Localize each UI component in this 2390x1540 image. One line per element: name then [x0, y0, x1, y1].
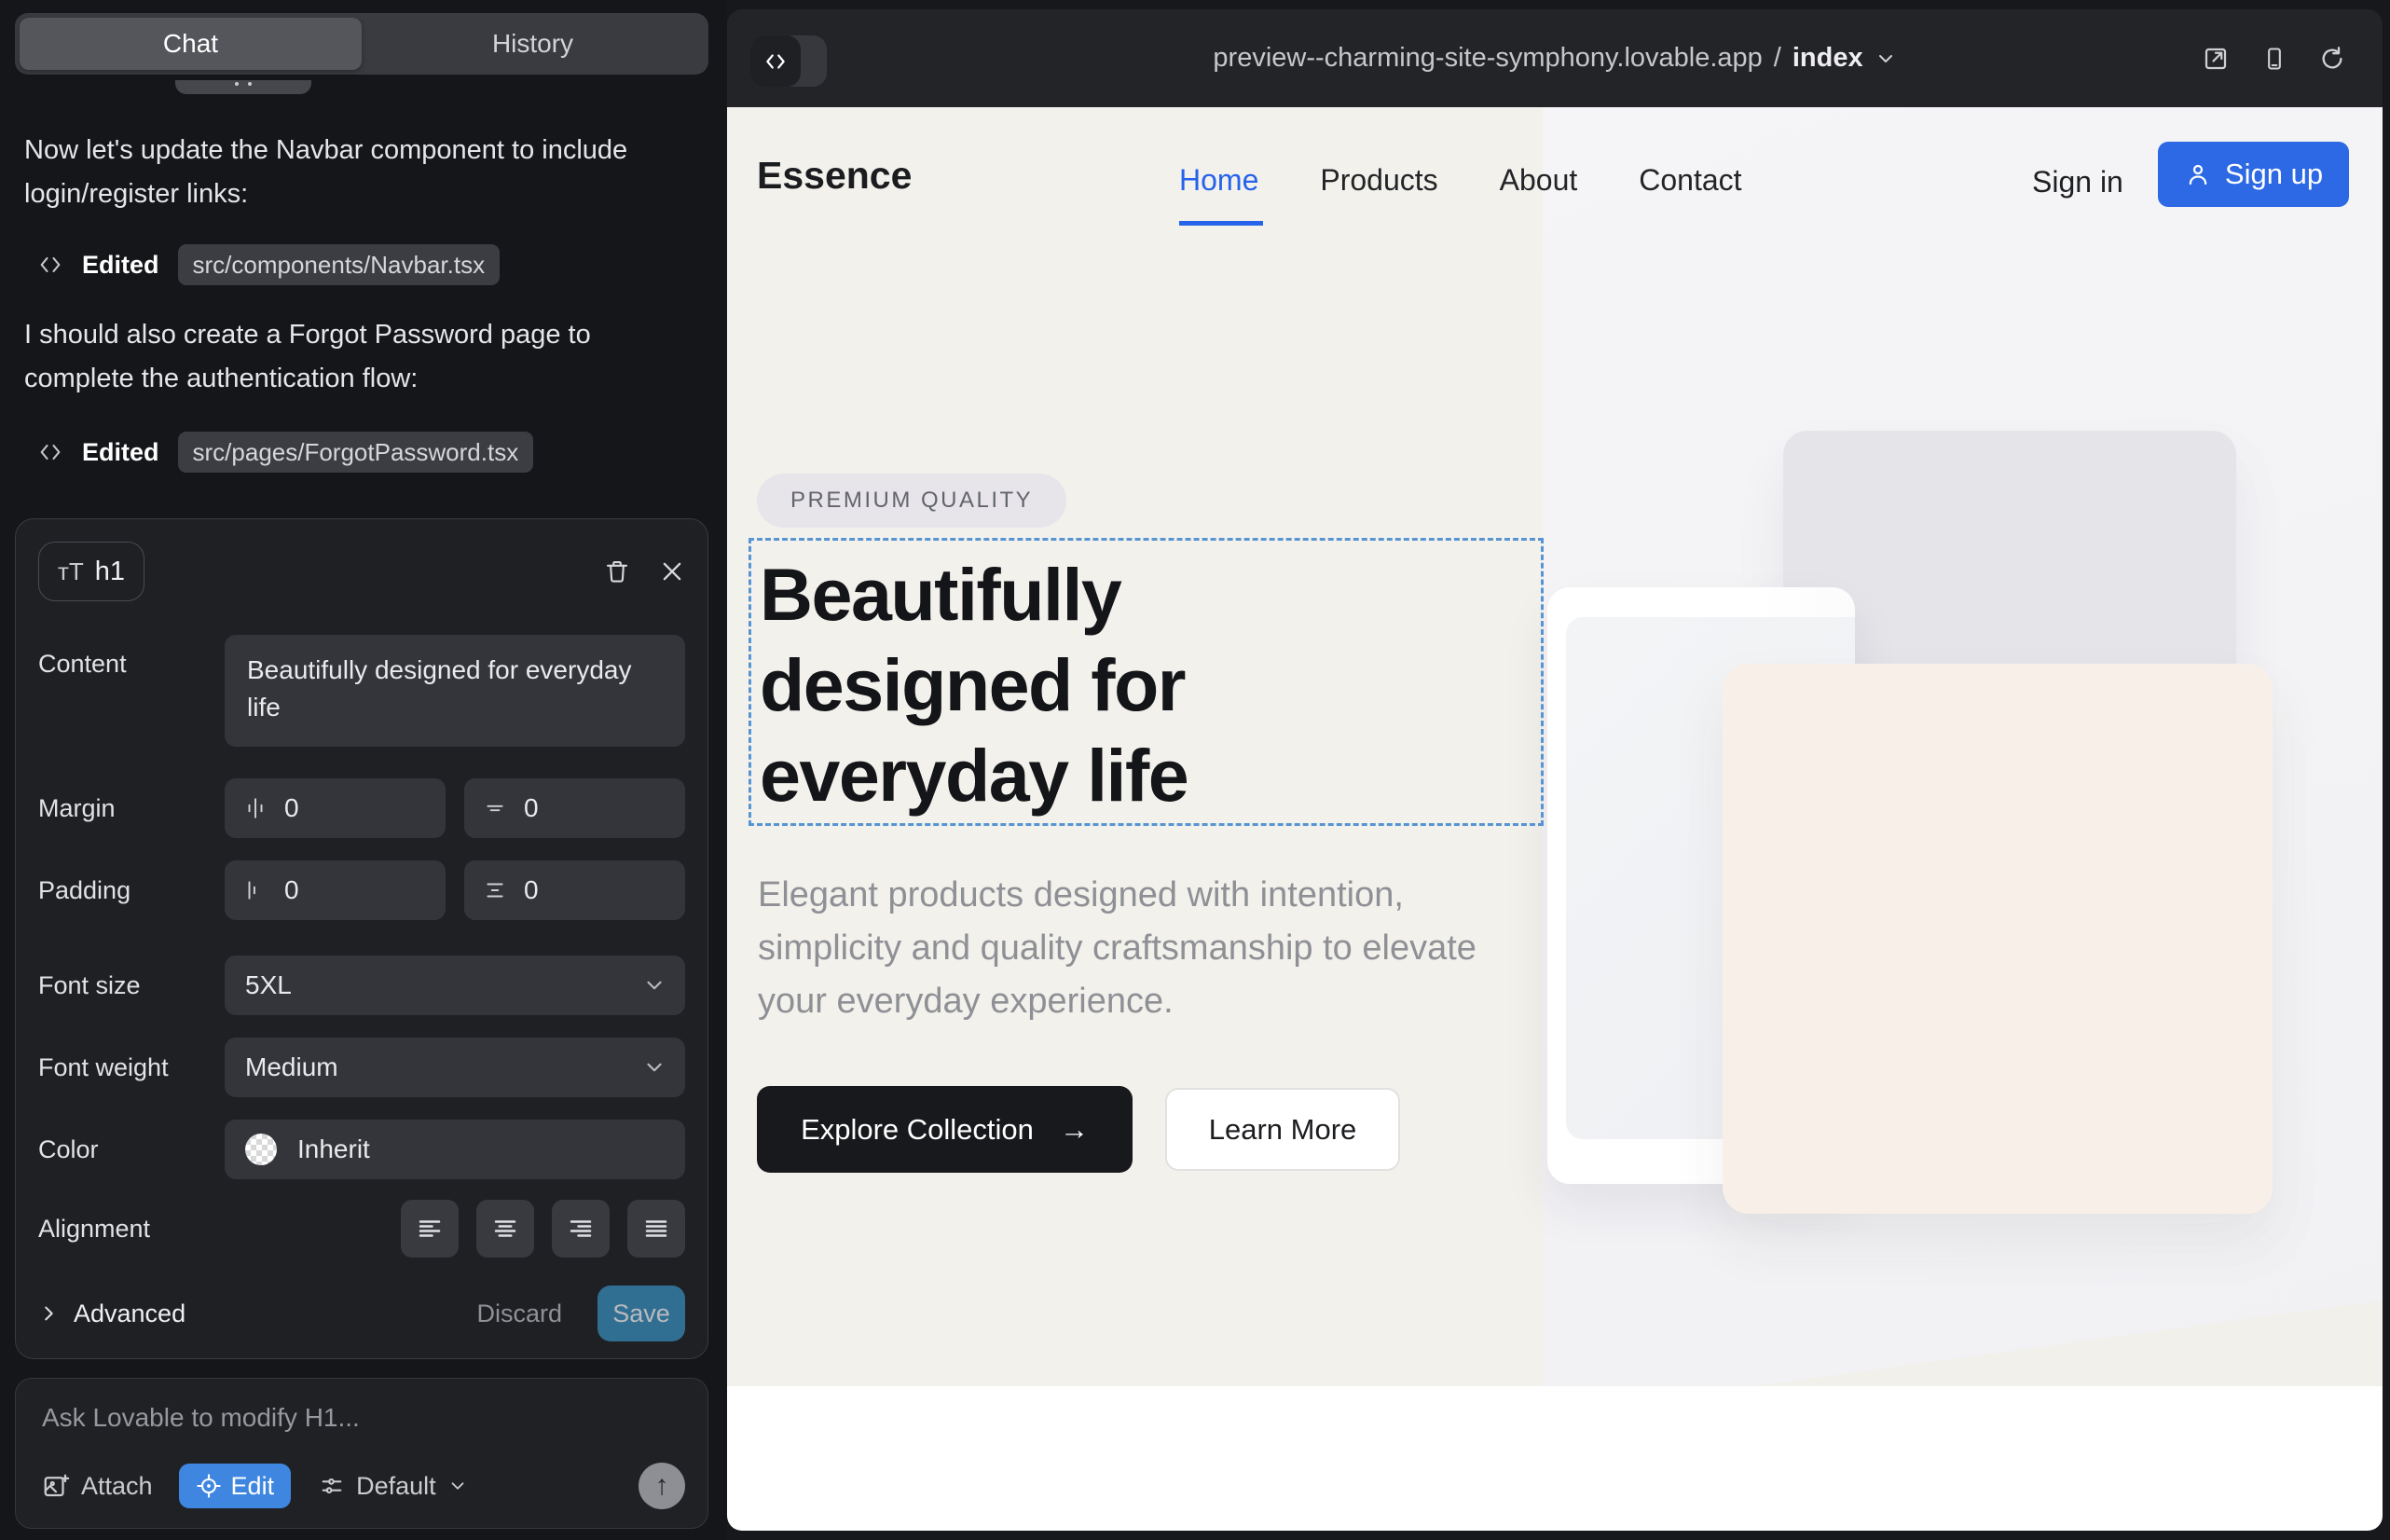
sign-up-button[interactable]: Sign up	[2158, 142, 2349, 207]
arrow-right-icon: →	[1060, 1113, 1089, 1147]
attach-image-icon	[42, 1472, 70, 1500]
element-tag-label: h1	[95, 557, 125, 587]
chevron-down-icon	[447, 1476, 468, 1496]
chevron-down-icon	[642, 1055, 666, 1079]
lovable-chat-panel: Chat History Now let's update the Navbar…	[0, 0, 727, 1540]
delete-element-icon[interactable]	[603, 557, 631, 585]
nav-link-products[interactable]: Products	[1320, 163, 1437, 198]
site-navbar: Essence Home Products About Contact Sign…	[727, 107, 2383, 261]
mobile-view-icon[interactable]	[2261, 46, 2287, 72]
align-justify-button[interactable]	[627, 1200, 685, 1258]
font-weight-select[interactable]: Medium	[225, 1038, 685, 1097]
explore-collection-button[interactable]: Explore Collection →	[757, 1086, 1133, 1173]
padding-vertical-icon	[483, 878, 507, 902]
edited-label: Edited	[82, 251, 159, 280]
margin-vertical-icon	[483, 796, 507, 820]
tab-history[interactable]: History	[362, 18, 704, 70]
close-icon[interactable]	[659, 558, 685, 584]
chevron-down-icon	[642, 973, 666, 997]
edited-file-row[interactable]: Edited src/pages/ForgotPassword.tsx	[37, 431, 533, 474]
file-chip[interactable]: src/components/Navbar.tsx	[178, 244, 501, 285]
tab-chat[interactable]: Chat	[20, 18, 362, 70]
preview-browser-frame: preview--charming-site-symphony.lovable.…	[727, 9, 2383, 1531]
target-icon	[196, 1473, 222, 1499]
hero-description: Elegant products designed with intention…	[758, 869, 1513, 1028]
browser-chrome: preview--charming-site-symphony.lovable.…	[727, 9, 2383, 107]
edited-file-row[interactable]: Edited src/components/Navbar.tsx	[37, 243, 500, 286]
color-swatch	[245, 1134, 277, 1165]
sliders-icon	[319, 1473, 345, 1499]
save-button[interactable]: Save	[598, 1286, 685, 1341]
margin-label: Margin	[38, 794, 225, 823]
code-icon	[37, 439, 63, 465]
active-nav-underline	[1179, 221, 1263, 226]
content-input[interactable]: Beautifully designed for everyday life	[225, 635, 685, 747]
learn-more-button[interactable]: Learn More	[1165, 1088, 1400, 1171]
content-label: Content	[38, 635, 225, 679]
padding-y-input[interactable]: 0	[464, 860, 685, 920]
code-icon	[37, 252, 63, 278]
hero-heading[interactable]: Beautifully designed for everyday life	[760, 549, 1412, 820]
scrolled-chip-partial	[175, 80, 311, 94]
margin-horizontal-icon	[243, 796, 268, 820]
file-chip[interactable]: src/pages/ForgotPassword.tsx	[178, 432, 534, 473]
premium-quality-badge: PREMIUM QUALITY	[757, 474, 1066, 528]
chat-history-tabs: Chat History	[15, 13, 708, 75]
align-left-button[interactable]	[401, 1200, 459, 1258]
selected-element-pill[interactable]: тT h1	[38, 542, 144, 601]
element-editor-panel: тT h1 Content Beautifully designed for e…	[15, 518, 708, 1359]
nav-link-contact[interactable]: Contact	[1639, 163, 1741, 198]
assistant-message: I should also create a Forgot Password p…	[24, 313, 686, 401]
chevron-down-icon[interactable]	[1875, 48, 1897, 70]
align-center-button[interactable]	[476, 1200, 534, 1258]
hero-shape-beige	[1723, 664, 2273, 1214]
discard-button[interactable]: Discard	[476, 1299, 562, 1328]
nav-link-home[interactable]: Home	[1179, 163, 1258, 198]
attach-button[interactable]: Attach	[42, 1472, 153, 1501]
margin-x-input[interactable]: 0	[225, 778, 446, 838]
site-logo[interactable]: Essence	[757, 154, 912, 198]
send-button[interactable]: ↑	[639, 1463, 685, 1509]
margin-y-input[interactable]: 0	[464, 778, 685, 838]
composer-input[interactable]: Ask Lovable to modify H1...	[42, 1403, 681, 1433]
url-domain: preview--charming-site-symphony.lovable.…	[1213, 43, 1762, 74]
refresh-icon[interactable]	[2319, 46, 2345, 72]
padding-label: Padding	[38, 876, 225, 905]
sign-in-link[interactable]: Sign in	[2032, 165, 2123, 199]
user-icon	[2184, 160, 2212, 188]
alignment-label: Alignment	[38, 1215, 225, 1244]
edited-label: Edited	[82, 438, 159, 467]
color-select[interactable]: Inherit	[225, 1120, 685, 1179]
padding-x-input[interactable]: 0	[225, 860, 446, 920]
typography-icon: тT	[58, 557, 84, 586]
site-viewport: Essence Home Products About Contact Sign…	[727, 107, 2383, 1531]
url-path: index	[1792, 43, 1863, 74]
default-mode-selector[interactable]: Default	[319, 1472, 468, 1501]
edit-mode-button[interactable]: Edit	[179, 1464, 292, 1508]
assistant-message: Now let's update the Navbar component to…	[24, 129, 686, 216]
font-weight-label: Font weight	[38, 1053, 225, 1082]
padding-horizontal-icon	[243, 878, 268, 902]
font-size-label: Font size	[38, 971, 225, 1000]
color-label: Color	[38, 1135, 225, 1164]
align-right-button[interactable]	[552, 1200, 610, 1258]
advanced-toggle[interactable]: Advanced	[38, 1299, 185, 1328]
advanced-label: Advanced	[74, 1299, 185, 1328]
url-bar[interactable]: preview--charming-site-symphony.lovable.…	[727, 9, 2383, 107]
chat-composer[interactable]: Ask Lovable to modify H1... Attach Edit …	[15, 1378, 708, 1529]
nav-link-about[interactable]: About	[1500, 163, 1578, 198]
font-size-select[interactable]: 5XL	[225, 956, 685, 1015]
open-external-icon[interactable]	[2202, 45, 2230, 73]
